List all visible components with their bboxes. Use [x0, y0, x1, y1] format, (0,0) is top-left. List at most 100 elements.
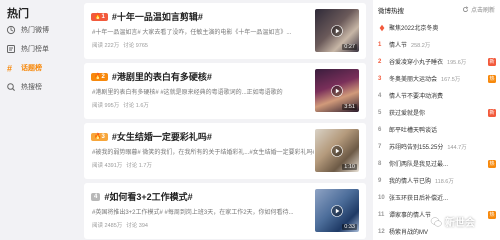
topic-title[interactable]: #十年一品温如言剪辑#: [112, 10, 203, 23]
topic-desc: #十年一品温如言# 大家去看了没咋，任敏主演的电影《十年一品温如言》...: [92, 30, 292, 36]
hot-search-text: 郎平吐槽天鸭谈话: [389, 128, 438, 134]
video-thumbnail[interactable]: 3:51: [315, 69, 359, 112]
play-icon: [331, 24, 343, 37]
hot-search-item[interactable]: 8 你们两队是我见过最... 热: [378, 157, 496, 170]
video-thumbnail[interactable]: 0:27: [315, 9, 359, 52]
topic-title-row: 4 #如何看3+2工作模式#: [91, 190, 193, 203]
hot-search-rank: 6: [378, 126, 382, 133]
refresh-label: 点击刷新: [470, 8, 495, 14]
topic-meta: 阅读 4391万 讨论 1.7万: [92, 161, 156, 169]
sidebar-item-label: 热门微博: [21, 27, 49, 34]
sidebar-item-search-rank[interactable]: 热搜榜: [6, 80, 42, 94]
sidebar-item-label: 热搜榜: [21, 84, 42, 91]
watermark-text: 新世会: [445, 218, 475, 229]
pin-icon: [379, 24, 385, 31]
sidebar-item-label: 热门榜单: [21, 46, 49, 53]
hot-search-text: 冬奥美丽大运动会: [389, 77, 438, 83]
hot-search-item[interactable]: 5 获过爱就是你 新: [378, 106, 496, 119]
topic-card[interactable]: 🔥 3 #女生结婚一定要彩礼吗# #被我的弱势眼暮# 微笑的我们，在我所有的关于结…: [84, 123, 366, 179]
video-thumbnail[interactable]: 0:33: [315, 189, 359, 232]
topic-desc: #英国将推出3+2工作模式# #每周到岗上班3天，在家工作2天，你如何看待...: [92, 210, 294, 216]
play-icon: [331, 84, 343, 97]
hot-search-text: 我的情人节已购: [389, 179, 432, 185]
fire-icon: 🔥: [94, 74, 102, 80]
hot-search-text: 杨紫肖战的MV: [389, 230, 429, 236]
new-badge: 新: [488, 108, 496, 117]
read-count: 阅读 2485万: [92, 223, 123, 229]
video-duration: 0:27: [342, 44, 357, 50]
hot-search-count: 118.6万: [435, 178, 454, 185]
rank-number: 3: [101, 133, 105, 140]
hot-search-item[interactable]: 6 郎平吐槽天鸭谈话: [378, 123, 496, 136]
rank-number: 1: [101, 13, 105, 20]
topic-title-row: 🔥 3 #女生结婚一定要彩礼吗#: [91, 130, 212, 143]
hot-search-rank: 11: [378, 211, 385, 218]
hot-search-rank: 7: [378, 143, 382, 150]
play-icon: [331, 204, 343, 217]
topic-list: 🔥 1 #十年一品温如言剪辑# #十年一品温如言# 大家去看了没咋，任敏主演的电影…: [84, 0, 366, 240]
sidebar-item-hot-list[interactable]: 热门榜单: [6, 42, 49, 56]
hot-badge: 热: [488, 159, 496, 168]
hot-search-rank: 4: [378, 92, 382, 99]
hot-search-rank: 5: [378, 109, 382, 116]
hot-search-item[interactable]: 1 情人节 258.2万: [378, 38, 496, 51]
fire-icon: 🔥: [94, 14, 102, 20]
topic-meta: 阅读 995万 讨论 1.6万: [92, 101, 153, 109]
rank-badge: 4: [91, 192, 101, 201]
topic-title[interactable]: #如何看3+2工作模式#: [104, 190, 192, 203]
topic-desc: #被我的弱势眼暮# 微笑的我们，在我所有的关于结婚彩礼...#女生结婚一定要彩礼…: [92, 150, 314, 156]
refresh-button[interactable]: 点击刷新: [462, 5, 495, 14]
hot-search-text: 获过爱就是你: [389, 111, 426, 117]
topic-card[interactable]: 🔥 1 #十年一品温如言剪辑# #十年一品温如言# 大家去看了没咋，任敏主演的电影…: [84, 3, 366, 59]
sidebar-item-topic[interactable]: # 话题榜: [6, 61, 42, 75]
sidebar-item-label: 话题榜: [21, 65, 42, 72]
video-thumbnail[interactable]: 1:10: [315, 129, 359, 172]
hot-search-text: 情人节: [389, 43, 408, 49]
hot-search-item[interactable]: 2 谷爱凌穿小丸子睡衣 195.6万 新: [378, 55, 496, 68]
hot-search-rank: 3: [378, 75, 382, 82]
hot-search-count: 167.5万: [441, 76, 461, 83]
topic-title[interactable]: #女生结婚一定要彩礼吗#: [112, 130, 212, 143]
sidebar-item-hot-weibo[interactable]: 热门微博: [6, 23, 49, 37]
hot-search-item[interactable]: 3 冬奥美丽大运动会 167.5万 热: [378, 72, 496, 85]
rank-badge: 🔥 1: [91, 12, 108, 21]
topic-card[interactable]: 4 #如何看3+2工作模式# #英国将推出3+2工作模式# #每周到岗上班3天，…: [84, 183, 366, 239]
hot-search-count: 195.6万: [447, 59, 467, 66]
read-count: 阅读 995万: [92, 103, 120, 109]
rank-badge: 🔥 3: [91, 132, 108, 141]
video-duration: 1:10: [342, 164, 357, 170]
hot-search-rank: 10: [378, 194, 385, 201]
hot-search-item[interactable]: 9 我的情人节已购 118.6万: [378, 174, 496, 187]
hot-badge: 热: [488, 210, 496, 219]
hot-search-panel: 微博热搜 点击刷新 聚焦2022北京冬奥 1 情人节 258.2万 2 谷爱凌穿…: [373, 0, 500, 240]
video-duration: 0:33: [342, 224, 357, 230]
read-count: 阅读 222万: [92, 43, 120, 49]
read-count: 阅读 4391万: [92, 163, 123, 169]
play-icon: [331, 144, 343, 157]
hot-search-rank: 8: [378, 160, 382, 167]
sidebar: 热门 热门微博 热门榜单 # 话题榜 热搜榜: [0, 0, 80, 240]
hot-search-text: 谭家事的情人节: [389, 213, 432, 219]
topic-meta: 阅读 222万 讨论 9765: [92, 41, 152, 49]
hot-search-title: 微博热搜: [378, 8, 404, 15]
list-icon: [6, 44, 16, 54]
topic-title-row: 🔥 2 #港剧里的表白有多硬核#: [91, 70, 212, 83]
topic-card[interactable]: 🔥 2 #港剧里的表白有多硬核# #港剧里的表白有多硬核# #这就是原来经典的粤语…: [84, 63, 366, 119]
hot-search-item[interactable]: 10 张玉环获日后补偿近...: [378, 191, 496, 204]
discuss-count: 讨论 9765: [123, 43, 148, 49]
rank-number: 4: [94, 193, 98, 200]
hot-search-text: 聚焦2022北京冬奥: [389, 26, 439, 32]
hot-search-rank: 1: [378, 41, 382, 48]
rank-number: 2: [101, 73, 105, 80]
hot-search-rank: 12: [378, 228, 385, 235]
topic-title[interactable]: #港剧里的表白有多硬核#: [112, 70, 212, 83]
flame-icon: [6, 25, 16, 35]
topic-title-row: 🔥 1 #十年一品温如言剪辑#: [91, 10, 203, 23]
hot-search-pinned[interactable]: 聚焦2022北京冬奥: [378, 21, 496, 34]
hot-search-item[interactable]: 4 情人节不要冲动消费: [378, 89, 496, 102]
hot-search-item[interactable]: 7 苏翊鸣告别155.25分 144.7万: [378, 140, 496, 153]
fire-icon: 🔥: [94, 134, 102, 140]
hot-search-text: 你们两队是我见过最...: [389, 162, 449, 168]
hot-search-count: 258.2万: [411, 42, 431, 49]
hot-search-rank: 9: [378, 177, 382, 184]
